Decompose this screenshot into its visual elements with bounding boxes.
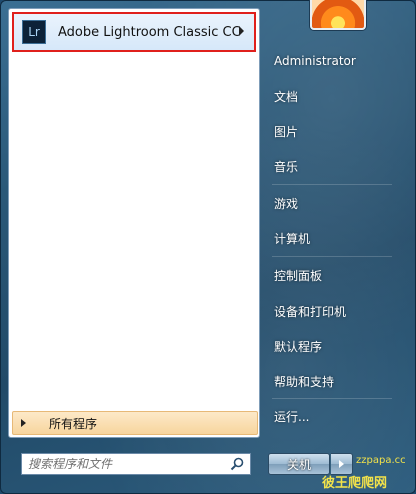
all-programs-button[interactable]: 所有程序: [12, 411, 258, 435]
right-item-games[interactable]: 游戏: [268, 190, 408, 216]
pinned-program-label: Adobe Lightroom Classic CC: [58, 24, 241, 40]
right-item-documents[interactable]: 文档: [268, 83, 408, 109]
search-icon[interactable]: [230, 457, 244, 471]
right-item-administrator[interactable]: Administrator: [268, 48, 408, 74]
right-item-pictures[interactable]: 图片: [268, 118, 408, 144]
right-item-default-programs[interactable]: 默认程序: [268, 333, 408, 359]
search-area: [8, 440, 260, 486]
divider: [272, 184, 392, 185]
lightroom-icon: Lr: [22, 20, 46, 44]
right-item-music[interactable]: 音乐: [268, 153, 408, 179]
right-item-help-support[interactable]: 帮助和支持: [268, 368, 408, 394]
right-item-run[interactable]: 运行...: [268, 403, 408, 429]
watermark-url: zzpapa.cc: [356, 455, 406, 466]
user-avatar[interactable]: [310, 0, 366, 30]
right-item-control-panel[interactable]: 控制面板: [268, 262, 408, 288]
divider: [272, 256, 392, 257]
search-box[interactable]: [21, 453, 251, 475]
pinned-program-lightroom[interactable]: Lr Adobe Lightroom Classic CC: [12, 12, 256, 52]
arrow-right-icon: [21, 419, 26, 427]
all-programs-label: 所有程序: [49, 416, 98, 431]
watermark-text: 彼王爬爬网: [322, 476, 388, 491]
right-item-computer[interactable]: 计算机: [268, 225, 408, 251]
divider: [272, 398, 392, 399]
submenu-arrow-icon[interactable]: [239, 26, 244, 36]
search-input[interactable]: [22, 454, 218, 474]
right-item-devices-printers[interactable]: 设备和打印机: [268, 298, 408, 324]
shutdown-button[interactable]: 关机: [268, 453, 330, 475]
programs-pane: Lr Adobe Lightroom Classic CC 所有程序: [8, 8, 260, 438]
